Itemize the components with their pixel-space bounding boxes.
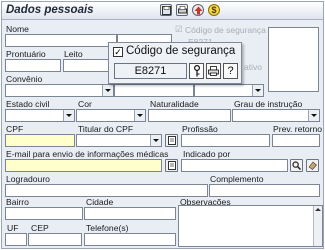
grau-instrucao-combo[interactable] <box>232 109 320 122</box>
chevron-down-icon[interactable] <box>308 110 319 121</box>
leito-label: Leito <box>64 49 83 59</box>
print-icon[interactable] <box>206 63 221 79</box>
complemento-label: Complemento <box>210 174 264 184</box>
naturalidade-label: Naturalidade <box>150 99 199 109</box>
help-icon[interactable]: ? <box>223 63 238 79</box>
print-icon[interactable] <box>176 4 188 16</box>
cor-label: Cor <box>78 99 92 109</box>
security-code-checkbox[interactable]: ✓ <box>113 47 123 57</box>
logradouro-label: Logradouro <box>6 174 50 184</box>
chevron-down-icon[interactable] <box>150 135 161 146</box>
up-arrow-icon[interactable] <box>192 4 204 16</box>
indicado-por-field[interactable] <box>181 159 288 172</box>
scrollbar[interactable] <box>313 206 322 246</box>
active-label-partial: ativo <box>244 62 262 72</box>
email-label: E-mail para envio de informações médicas <box>6 149 169 159</box>
bairro-label: Bairro <box>6 197 29 207</box>
uf-label: UF <box>7 223 19 233</box>
nome-field[interactable] <box>5 34 117 47</box>
indicado-por-label: Indicado por <box>183 149 231 159</box>
cidade-field[interactable] <box>84 207 176 220</box>
key-icon[interactable] <box>189 63 204 79</box>
convenio-combo[interactable] <box>5 84 114 97</box>
nome-label: Nome <box>6 24 29 34</box>
prev-retorno-field[interactable] <box>272 134 320 147</box>
dollar-icon[interactable]: $ <box>208 4 220 16</box>
security-code-label-bg: Código de segurança <box>185 25 266 35</box>
prontuario-label: Prontuário <box>6 49 46 59</box>
profissao-label: Profissão <box>182 124 218 134</box>
observacoes-textarea[interactable] <box>178 205 323 247</box>
bairro-field[interactable] <box>5 207 83 220</box>
personal-data-panel: Dados pessoais $ Nome ☑ Código de segura… <box>1 1 324 249</box>
cpf-field[interactable] <box>5 134 75 147</box>
complemento-field[interactable] <box>209 184 320 197</box>
security-code-label: Código de segurança <box>126 45 236 57</box>
chevron-down-icon[interactable] <box>134 110 145 121</box>
estado-civil-combo[interactable] <box>5 109 75 122</box>
logradouro-field[interactable] <box>5 184 208 197</box>
cor-combo[interactable] <box>76 109 146 122</box>
panel-header: Dados pessoais $ <box>2 2 323 20</box>
panel-title: Dados pessoais <box>6 4 94 16</box>
cep-field[interactable] <box>28 233 82 246</box>
titular-cpf-label: Titular do CPF <box>78 124 134 134</box>
eraser-icon[interactable] <box>306 159 319 172</box>
chevron-down-icon[interactable] <box>252 85 263 96</box>
convenio-field-2[interactable] <box>114 84 194 97</box>
security-code-value: E8271 <box>114 63 187 79</box>
estado-civil-label: Estado civil <box>6 99 50 109</box>
telefones-label: Telefone(s) <box>86 223 129 233</box>
cep-label: CEP <box>31 223 49 233</box>
profissao-field[interactable] <box>181 134 270 147</box>
cpf-label: CPF <box>6 124 24 134</box>
prev-retorno-label: Prev. retorno <box>273 124 323 134</box>
cidade-label: Cidade <box>86 197 114 207</box>
document-icon[interactable] <box>165 159 178 172</box>
grau-instrucao-label: Grau de instrução <box>234 99 303 109</box>
telefones-field[interactable] <box>84 233 176 246</box>
chevron-down-icon[interactable] <box>63 110 74 121</box>
document-icon[interactable] <box>165 134 178 147</box>
search-icon[interactable] <box>290 159 303 172</box>
convenio-plan-combo[interactable] <box>194 84 264 97</box>
patient-photo[interactable] <box>268 27 319 92</box>
email-field[interactable] <box>5 159 162 172</box>
security-code-popup: ✓ Código de segurança E8271 ? <box>108 42 242 84</box>
chevron-down-icon[interactable] <box>102 85 113 96</box>
titular-cpf-combo[interactable] <box>76 134 162 147</box>
convenio-label: Convênio <box>6 74 43 84</box>
uf-field[interactable] <box>5 233 27 246</box>
prontuario-field[interactable] <box>5 59 61 72</box>
naturalidade-field[interactable] <box>148 109 231 122</box>
security-code-checkbox-bg[interactable]: ☑ <box>175 24 183 35</box>
save-icon[interactable] <box>160 4 172 16</box>
